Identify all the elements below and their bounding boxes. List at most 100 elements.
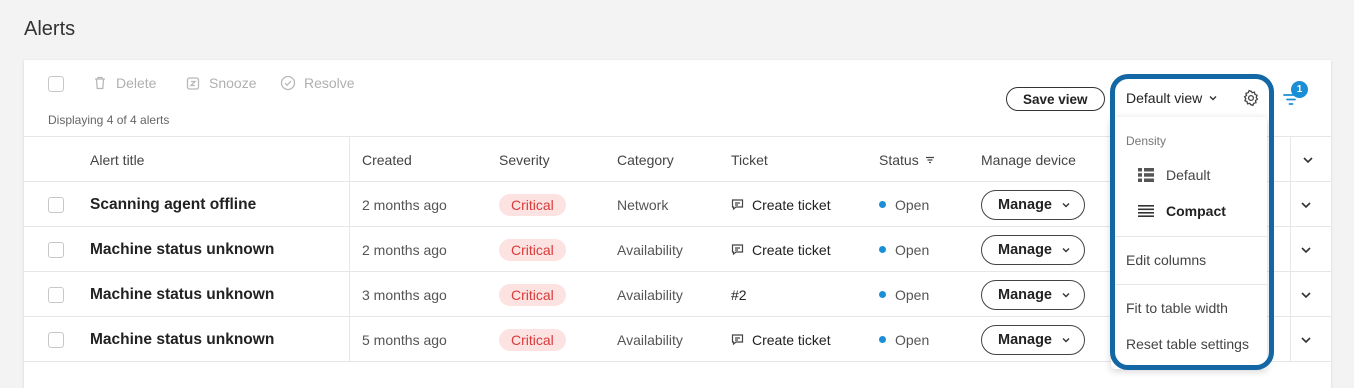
comment-icon (731, 334, 744, 346)
density-default-label: Default (1166, 167, 1211, 183)
chevron-down-icon (1062, 247, 1070, 252)
expand-row-icon[interactable] (1300, 244, 1312, 256)
check-circle-icon (280, 75, 296, 91)
edit-columns-option[interactable]: Edit columns (1126, 252, 1206, 268)
menu-divider (1111, 236, 1267, 237)
grid-icon (1138, 168, 1154, 182)
ticket-label: Create ticket (752, 331, 831, 348)
status-cell: Open (879, 182, 929, 227)
list-icon (1138, 205, 1154, 217)
alert-count: Displaying 4 of 4 alerts (48, 113, 170, 127)
row-checkbox[interactable] (48, 286, 64, 303)
created-cell: 3 months ago (362, 286, 447, 303)
density-compact-option[interactable]: Compact (1138, 203, 1226, 219)
created-cell: 2 months ago (362, 196, 447, 213)
category-cell: Availability (617, 241, 683, 258)
reset-settings-option[interactable]: Reset table settings (1126, 336, 1249, 352)
manage-button[interactable]: Manage (981, 234, 1085, 265)
status-cell: Open (879, 272, 929, 317)
status-dot (879, 246, 886, 253)
resolve-label: Resolve (304, 75, 355, 91)
create-ticket-link[interactable]: Create ticket (731, 227, 831, 272)
menu-divider (1111, 284, 1267, 285)
column-severity[interactable]: Severity (499, 152, 550, 168)
status-cell: Open (879, 227, 929, 272)
view-select[interactable]: Default view (1126, 90, 1218, 106)
filter-icon (925, 156, 934, 164)
manage-label: Manage (998, 241, 1052, 258)
status-label: Open (895, 241, 930, 258)
severity-badge: Critical (499, 283, 566, 306)
manage-button[interactable]: Manage (981, 189, 1085, 220)
resolve-button[interactable]: Resolve (280, 75, 355, 91)
column-alert-title[interactable]: Alert title (90, 152, 144, 168)
category-cell: Network (617, 196, 669, 213)
manage-label: Manage (998, 196, 1052, 213)
ticket-label: Create ticket (752, 241, 831, 258)
comment-icon (731, 199, 744, 211)
column-category[interactable]: Category (617, 152, 674, 168)
density-compact-label: Compact (1166, 203, 1226, 219)
page-title: Alerts (24, 18, 76, 40)
status-cell: Open (879, 317, 929, 362)
severity-badge: Critical (499, 328, 566, 351)
category-cell: Availability (617, 286, 683, 303)
column-manage-device[interactable]: Manage device (981, 152, 1076, 168)
chevron-down-icon[interactable] (1302, 154, 1314, 166)
expand-row-icon[interactable] (1300, 199, 1312, 211)
status-label: Open (895, 196, 930, 213)
status-dot (879, 336, 886, 343)
filter-count-badge: 1 (1291, 81, 1308, 98)
severity-badge: Critical (499, 238, 566, 261)
column-ticket[interactable]: Ticket (731, 152, 768, 168)
ticket-number-link[interactable]: #2 (731, 272, 747, 317)
status-dot (879, 291, 886, 298)
gear-icon[interactable] (1242, 89, 1260, 107)
alert-title[interactable]: Machine status unknown (90, 317, 274, 362)
status-dot (879, 201, 886, 208)
column-created[interactable]: Created (362, 152, 412, 168)
expand-row-icon[interactable] (1300, 289, 1312, 301)
manage-button[interactable]: Manage (981, 324, 1085, 355)
status-label: Open (895, 331, 930, 348)
delete-button[interactable]: Delete (92, 75, 156, 91)
comment-icon (731, 244, 744, 256)
snooze-button[interactable]: Snooze (185, 75, 256, 91)
manage-label: Manage (998, 286, 1052, 303)
view-select-label: Default view (1126, 90, 1203, 106)
table-settings-menu: Density Default Compact Edit columns Fit… (1111, 117, 1267, 369)
create-ticket-link[interactable]: Create ticket (731, 317, 831, 362)
severity-badge: Critical (499, 193, 566, 216)
created-cell: 5 months ago (362, 331, 447, 348)
chevron-down-icon (1209, 96, 1217, 101)
row-checkbox[interactable] (48, 196, 64, 213)
alert-title[interactable]: Machine status unknown (90, 227, 274, 272)
save-view-button[interactable]: Save view (1006, 87, 1105, 111)
density-heading: Density (1126, 134, 1167, 148)
snooze-label: Snooze (209, 75, 257, 91)
manage-label: Manage (998, 331, 1052, 348)
chevron-down-icon (1062, 292, 1070, 297)
create-ticket-link[interactable]: Create ticket (731, 182, 831, 227)
alert-title[interactable]: Machine status unknown (90, 272, 274, 317)
select-all-checkbox[interactable] (48, 76, 64, 92)
alert-title[interactable]: Scanning agent offline (90, 182, 256, 227)
chevron-down-icon (1062, 202, 1070, 207)
chevron-down-icon (1062, 337, 1070, 342)
delete-label: Delete (116, 75, 157, 91)
row-checkbox[interactable] (48, 241, 64, 258)
status-label: Open (895, 286, 930, 303)
row-checkbox[interactable] (48, 331, 64, 348)
density-default-option[interactable]: Default (1138, 167, 1210, 183)
alerts-card: Delete Snooze Resolve Displaying 4 of 4 … (24, 60, 1331, 388)
column-status-label: Status (879, 152, 919, 168)
snooze-icon (186, 77, 200, 90)
trash-icon (95, 76, 105, 90)
ticket-label: Create ticket (752, 196, 831, 213)
category-cell: Availability (617, 331, 683, 348)
expand-row-icon[interactable] (1300, 334, 1312, 346)
manage-button[interactable]: Manage (981, 279, 1085, 310)
fit-to-width-option[interactable]: Fit to table width (1126, 300, 1228, 316)
created-cell: 2 months ago (362, 241, 447, 258)
column-status[interactable]: Status (879, 152, 935, 168)
